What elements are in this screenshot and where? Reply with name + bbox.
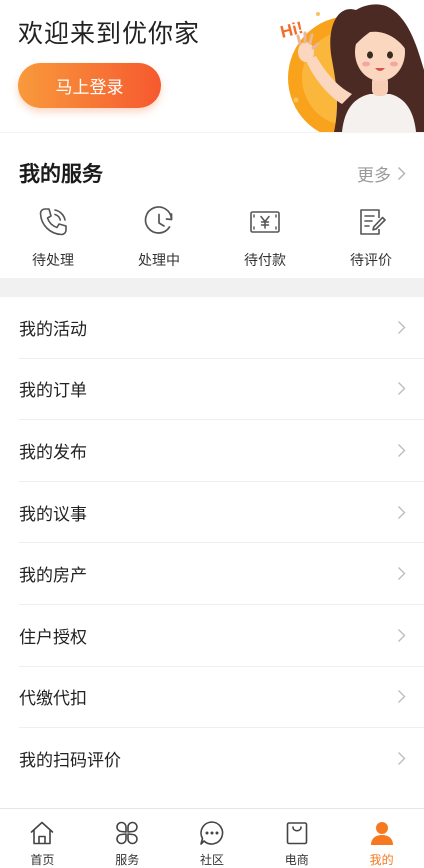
service-item-pending[interactable]: 待处理 <box>0 205 106 270</box>
chat-bubble-icon <box>200 821 224 845</box>
user-icon <box>370 822 393 845</box>
greeting-girl-illustration: Hi! <box>278 4 424 132</box>
bottom-tab-bar: 首页 服务 社区 电商 我的 <box>0 808 424 868</box>
edit-review-icon <box>360 209 386 235</box>
service-item-processing[interactable]: 处理中 <box>106 205 212 270</box>
menu-item-my-posts[interactable]: 我的发布 <box>19 420 424 482</box>
phone-pending-icon <box>39 208 67 236</box>
tab-mine[interactable]: 我的 <box>339 809 424 868</box>
menu-item-label: 我的扫码评价 <box>19 751 121 772</box>
menu-item-label: 我的订单 <box>19 381 87 402</box>
welcome-title: 欢迎来到优你家 <box>18 19 201 48</box>
chevron-right-icon <box>398 567 406 581</box>
menu-item-label: 我的活动 <box>19 319 87 340</box>
service-label: 待付款 <box>244 253 286 269</box>
service-label: 待评价 <box>350 253 392 269</box>
menu-item-label: 我的发布 <box>19 442 87 463</box>
tab-label: 服务 <box>115 853 140 867</box>
menu-item-my-property[interactable]: 我的房产 <box>19 543 424 605</box>
more-link[interactable]: 更多 <box>357 161 406 186</box>
chevron-right-icon <box>398 505 406 519</box>
menu-item-label: 住户授权 <box>19 627 87 648</box>
menu-item-auto-payment[interactable]: 代缴代扣 <box>19 667 424 729</box>
profile-page: 欢迎来到优你家 马上登录 Hi! 我的服务 更多 待处理 处理中 待付款 待评价… <box>0 0 424 868</box>
menu-item-label: 我的议事 <box>19 504 87 525</box>
service-item-awaiting-payment[interactable]: 待付款 <box>212 205 318 270</box>
clock-icon <box>144 206 173 234</box>
tab-label: 我的 <box>369 853 394 867</box>
more-label: 更多 <box>357 166 391 186</box>
tab-label: 电商 <box>284 853 309 867</box>
home-icon <box>31 821 54 845</box>
clover-grid-icon <box>116 821 138 845</box>
tab-label: 社区 <box>199 853 224 867</box>
service-label: 待处理 <box>32 253 74 269</box>
menu-item-my-scan-reviews[interactable]: 我的扫码评价 <box>19 728 424 790</box>
menu-item-label: 代缴代扣 <box>19 689 87 710</box>
tab-services[interactable]: 服务 <box>85 809 170 868</box>
profile-header: 欢迎来到优你家 马上登录 Hi! <box>0 0 424 132</box>
tab-community[interactable]: 社区 <box>170 809 255 868</box>
profile-menu-list: 我的活动 我的订单 我的发布 我的议事 我的房产 住户授权 代缴代扣 我的扫码评… <box>0 297 424 808</box>
login-button[interactable]: 马上登录 <box>18 63 161 108</box>
services-title: 我的服务 <box>19 162 103 186</box>
menu-item-my-orders[interactable]: 我的订单 <box>19 359 424 421</box>
service-label: 处理中 <box>138 253 180 269</box>
tab-home[interactable]: 首页 <box>0 809 85 868</box>
chevron-right-icon <box>398 690 406 704</box>
chevron-right-icon <box>397 166 406 181</box>
service-item-awaiting-review[interactable]: 待评价 <box>318 205 424 270</box>
menu-item-label: 我的房产 <box>19 566 87 587</box>
service-grid: 待处理 处理中 待付款 待评价 <box>0 205 424 270</box>
tab-ecommerce[interactable]: 电商 <box>254 809 339 868</box>
menu-item-my-activities[interactable]: 我的活动 <box>19 297 424 359</box>
hi-text: Hi! <box>278 18 305 42</box>
tab-label: 首页 <box>30 853 55 867</box>
menu-item-resident-authorization[interactable]: 住户授权 <box>19 605 424 667</box>
menu-item-my-discussions[interactable]: 我的议事 <box>19 482 424 544</box>
chevron-right-icon <box>398 382 406 396</box>
chevron-right-icon <box>398 628 406 642</box>
my-services-card: 我的服务 更多 待处理 处理中 待付款 待评价 <box>0 132 424 278</box>
chevron-right-icon <box>398 443 406 457</box>
shopping-bag-icon <box>286 822 308 845</box>
chevron-right-icon <box>398 752 406 766</box>
yuan-payment-icon <box>250 211 280 233</box>
chevron-right-icon <box>398 320 406 334</box>
